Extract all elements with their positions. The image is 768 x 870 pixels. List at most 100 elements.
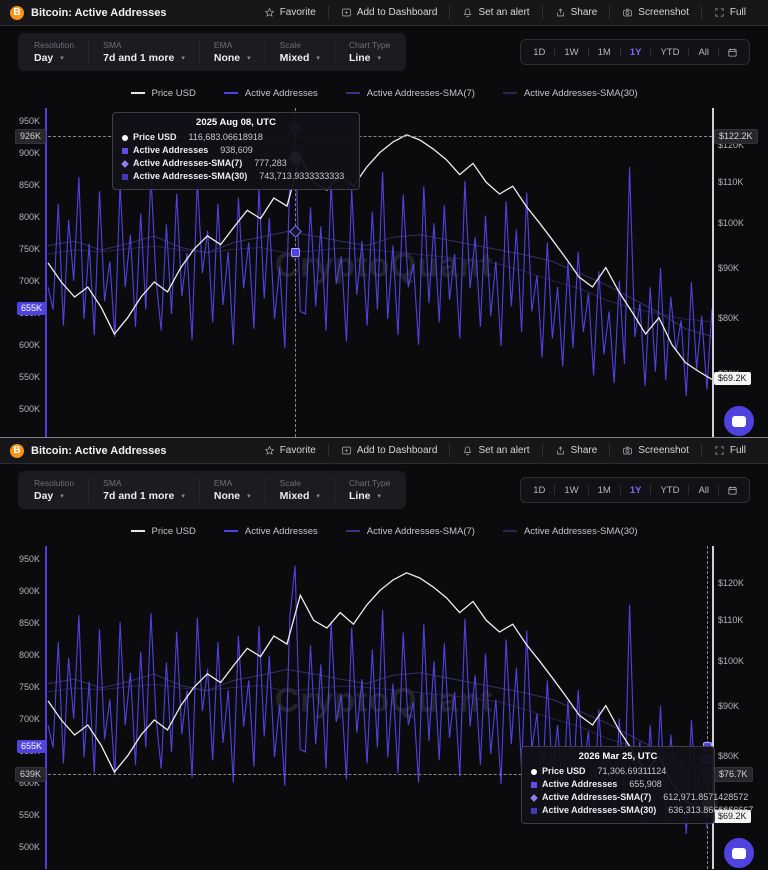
tooltip-marker-square	[531, 808, 537, 814]
dropdown-group: Resolution Day ▾ SMA7d and 1 more▾EMANone▾S…	[18, 33, 406, 71]
chart-area[interactable]: CryptoQuant950K900K850K800K750K700K650K6…	[0, 108, 768, 437]
calendar-icon[interactable]	[719, 47, 746, 58]
dropdown-chart-type[interactable]: Chart TypeLine▾	[334, 478, 404, 502]
action-full-button[interactable]: Full	[702, 445, 758, 456]
chevron-down-icon: ▾	[378, 492, 382, 500]
panel-header: B Bitcoin: Active Addresses FavoriteAdd …	[0, 0, 768, 26]
chart-panel-top: B Bitcoin: Active Addresses FavoriteAdd …	[0, 0, 768, 437]
fullscreen-icon	[714, 445, 725, 456]
action-set-an-alert-button[interactable]: Set an alert	[450, 445, 541, 456]
bell-icon	[462, 445, 473, 456]
range-1d-button[interactable]: 1D	[524, 485, 554, 496]
range-1y-button[interactable]: 1Y	[621, 47, 651, 58]
legend-item[interactable]: Active Addresses-SMA(7)	[346, 88, 475, 99]
legend-item[interactable]: Active Addresses-SMA(30)	[503, 526, 638, 537]
dropdown-label: Resolution	[34, 40, 74, 50]
left-axis-tick: 950K	[2, 554, 40, 564]
action-screenshot-button[interactable]: Screenshot	[610, 445, 701, 456]
left-axis-tick: 800K	[2, 650, 40, 660]
tooltip-value: 938,609	[220, 144, 350, 157]
legend-item[interactable]: Active Addresses-SMA(30)	[503, 88, 638, 99]
tooltip-value: 636,313.8666666667	[668, 804, 753, 817]
dropdown-value: 7d and 1 more▾	[103, 52, 185, 64]
chevron-down-icon: ▾	[60, 54, 64, 62]
tooltip-label-text: Active Addresses-SMA(30)	[133, 170, 247, 183]
page-title: Bitcoin: Active Addresses	[31, 7, 167, 19]
tooltip-marker-diamond	[121, 160, 129, 168]
dropdown-chart-type[interactable]: Chart TypeLine▾	[334, 40, 404, 64]
camera-icon	[622, 445, 633, 456]
tooltip-marker-square	[531, 782, 537, 788]
dropdown-selected-text: Day	[34, 52, 53, 64]
legend-item[interactable]: Active Addresses-SMA(7)	[346, 526, 475, 537]
action-full-button[interactable]: Full	[702, 7, 758, 18]
tooltip-label-text: Active Addresses-SMA(7)	[542, 791, 651, 804]
tooltip-marker-diamond	[530, 794, 538, 802]
legend-item[interactable]: Active Addresses	[224, 526, 318, 537]
action-label: Set an alert	[478, 445, 529, 456]
chevron-down-icon: ▾	[316, 492, 320, 500]
tooltip-row: Active Addresses-SMA(7)777,283	[122, 157, 350, 170]
range-selector: 1D1W1M1YYTDAll	[520, 39, 750, 65]
legend-swatch	[346, 92, 360, 94]
action-favorite-button[interactable]: Favorite	[252, 445, 328, 456]
tooltip-row: Active Addresses 938,609	[122, 144, 350, 157]
dropdown-sma[interactable]: SMA7d and 1 more▾	[88, 40, 199, 64]
action-label: Set an alert	[478, 7, 529, 18]
left-axis-line	[45, 546, 47, 869]
action-screenshot-button[interactable]: Screenshot	[610, 7, 701, 18]
range-1w-button[interactable]: 1W	[555, 47, 587, 58]
range-1m-button[interactable]: 1M	[589, 485, 620, 496]
action-label: Favorite	[280, 445, 316, 456]
range-ytd-button[interactable]: YTD	[651, 47, 688, 58]
chat-widget-button[interactable]	[724, 406, 754, 436]
range-1w-button[interactable]: 1W	[555, 485, 587, 496]
action-share-button[interactable]: Share	[543, 445, 610, 456]
left-axis-tick: 750K	[2, 244, 40, 254]
dropdown-sma[interactable]: SMA7d and 1 more▾	[88, 478, 199, 502]
tooltip-series-label: Active Addresses-SMA(7)	[122, 157, 242, 170]
dropdown-scale[interactable]: ScaleMixed▾	[265, 478, 334, 502]
tooltip-row: Active Addresses-SMA(30)636,313.86666666…	[531, 804, 705, 817]
left-axis-tick: 700K	[2, 714, 40, 724]
dropdown-resolution[interactable]: Resolution Day ▾	[20, 40, 88, 64]
range-1y-button[interactable]: 1Y	[621, 485, 651, 496]
legend-label: Active Addresses	[245, 88, 318, 99]
action-add-to-dashboard-button[interactable]: Add to Dashboard	[329, 7, 450, 18]
dropdown-ema[interactable]: EMANone▾	[199, 478, 265, 502]
dropdown-scale[interactable]: ScaleMixed▾	[265, 40, 334, 64]
left-axis-tick: 500K	[2, 842, 40, 852]
dropdown-resolution[interactable]: ResolutionDay▾	[20, 478, 88, 502]
dropdown-ema[interactable]: EMANone▾	[199, 40, 265, 64]
legend-item[interactable]: Active Addresses	[224, 88, 318, 99]
chat-widget-button[interactable]	[724, 838, 754, 868]
dropdown-selected-text: 7d and 1 more	[103, 490, 174, 502]
star-icon	[264, 445, 275, 456]
right-axis-tick: $90K	[718, 701, 739, 711]
action-set-an-alert-button[interactable]: Set an alert	[450, 7, 541, 18]
action-share-button[interactable]: Share	[543, 7, 610, 18]
calendar-icon[interactable]	[719, 485, 746, 496]
action-favorite-button[interactable]: Favorite	[252, 7, 328, 18]
legend-item[interactable]: Price USD	[131, 526, 196, 537]
range-ytd-button[interactable]: YTD	[651, 485, 688, 496]
right-current-value-badge: $69.2K	[714, 372, 751, 385]
page-title: Bitcoin: Active Addresses	[31, 445, 167, 457]
legend-label: Active Addresses-SMA(7)	[367, 526, 475, 537]
tooltip-series-label: Active Addresses	[122, 144, 208, 157]
chart-area[interactable]: CryptoQuant950K900K850K800K750K700K650K6…	[0, 546, 768, 869]
chart-panel-bottom: B Bitcoin: Active Addresses FavoriteAdd …	[0, 437, 768, 869]
range-1d-button[interactable]: 1D	[524, 47, 554, 58]
action-add-to-dashboard-button[interactable]: Add to Dashboard	[329, 445, 450, 456]
dropdown-value: Mixed ▾	[280, 490, 320, 502]
tooltip-marker-square	[122, 174, 128, 180]
range-all-button[interactable]: All	[689, 47, 718, 58]
share-icon	[555, 7, 566, 18]
dropdown-selected-text: Mixed	[280, 490, 310, 502]
range-all-button[interactable]: All	[689, 485, 718, 496]
tooltip-label-text: Active Addresses-SMA(30)	[542, 804, 656, 817]
range-1m-button[interactable]: 1M	[589, 47, 620, 58]
legend-item[interactable]: Price USD	[131, 88, 196, 99]
left-axis-tick: 750K	[2, 682, 40, 692]
dropdown-label: EMA	[214, 40, 251, 50]
